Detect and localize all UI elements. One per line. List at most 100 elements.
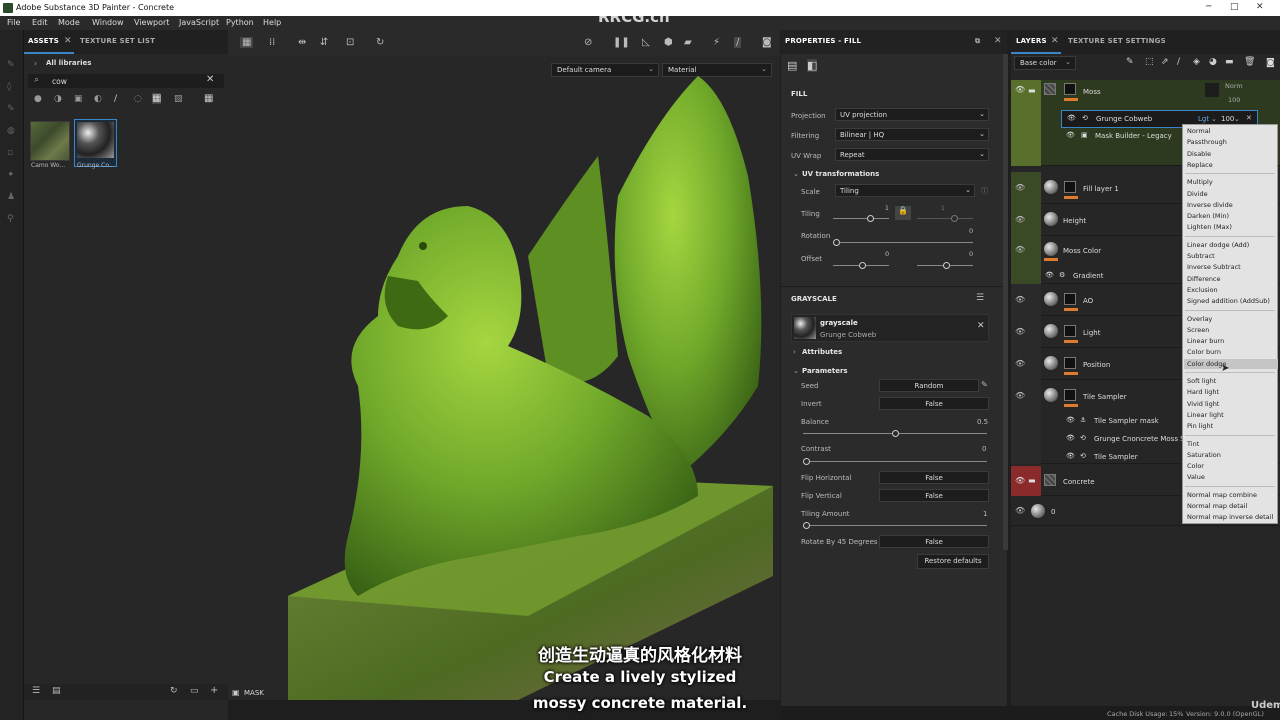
- blend-option[interactable]: Inverse divide: [1187, 201, 1233, 209]
- scale-dropdown[interactable]: Tiling ⌄: [835, 184, 975, 197]
- detach-icon[interactable]: ⧉: [975, 37, 980, 46]
- filtering-dropdown[interactable]: Bilinear | HQ ⌄: [835, 128, 989, 141]
- environment-filter-icon[interactable]: ▨: [174, 94, 183, 104]
- close-panel-icon[interactable]: ✕: [994, 36, 1002, 46]
- grid-view-icon[interactable]: ▦: [204, 93, 213, 104]
- uv-transformations-title[interactable]: UV transformations: [802, 170, 879, 178]
- blend-option[interactable]: Normal: [1187, 127, 1211, 135]
- add-folder-icon[interactable]: ▬: [1225, 57, 1234, 67]
- lock-icon[interactable]: 🔒: [895, 206, 911, 220]
- eye-icon[interactable]: 👁: [1015, 295, 1025, 304]
- menu-window[interactable]: Window: [92, 18, 124, 27]
- fit-view-icon[interactable]: ⊡: [346, 37, 354, 48]
- blend-option[interactable]: Value: [1187, 473, 1205, 481]
- add-icon[interactable]: +: [210, 685, 218, 696]
- texture-filter-icon[interactable]: ▦: [152, 93, 162, 104]
- paint-brush-icon[interactable]: ✎: [7, 60, 17, 70]
- tab-texture-set-settings[interactable]: TEXTURE SET SETTINGS: [1068, 37, 1166, 45]
- tab-assets[interactable]: ASSETS: [28, 37, 59, 45]
- blend-option[interactable]: Lighten (Max): [1187, 223, 1232, 231]
- tiling-slider-1[interactable]: [833, 218, 889, 219]
- geometry-mask-icon[interactable]: ◍: [7, 126, 17, 136]
- remove-resource-icon[interactable]: ✕: [977, 321, 985, 331]
- parameters-title[interactable]: Parameters: [802, 367, 848, 375]
- add-smart-material-icon[interactable]: ◕: [1209, 57, 1217, 67]
- blend-option[interactable]: Tint: [1187, 440, 1199, 448]
- asset-thumb-camo[interactable]: [30, 121, 70, 161]
- contrast-slider[interactable]: [803, 461, 987, 462]
- eye-icon[interactable]: 👁: [1015, 85, 1025, 94]
- offset-knob-2[interactable]: [943, 262, 950, 269]
- pause-icon[interactable]: ❚❚: [613, 37, 630, 48]
- tiling-knob-2[interactable]: [951, 215, 958, 222]
- blend-option[interactable]: Exclusion: [1187, 286, 1218, 294]
- mask-mode-icon[interactable]: ◧: [807, 59, 818, 72]
- menu-viewport[interactable]: Viewport: [134, 18, 169, 27]
- blend-option[interactable]: Color burn: [1187, 348, 1221, 356]
- close-tab-icon[interactable]: ✕: [64, 36, 72, 46]
- delete-layer-icon[interactable]: 🗑: [1244, 57, 1255, 67]
- moss-opacity[interactable]: 100: [1228, 96, 1240, 104]
- contrast-knob[interactable]: [803, 458, 810, 465]
- tiling-amount-slider[interactable]: [803, 525, 987, 526]
- moss-blend-box[interactable]: [1205, 83, 1219, 97]
- hide-icon[interactable]: ⊘: [584, 37, 592, 48]
- grunge-cobweb-blend[interactable]: Lgt: [1198, 115, 1209, 123]
- projection-dropdown[interactable]: UV projection ⌄: [835, 108, 989, 121]
- restore-defaults-button[interactable]: Restore defaults: [917, 554, 989, 569]
- edit-seed-icon[interactable]: ✎: [981, 380, 988, 389]
- blend-option[interactable]: Passthrough: [1187, 138, 1227, 146]
- eraser-icon[interactable]: ◊: [7, 82, 17, 92]
- import-icon[interactable]: ☰: [32, 686, 40, 696]
- blend-option[interactable]: Soft light: [1187, 377, 1216, 385]
- blend-option[interactable]: Darken (Min): [1187, 212, 1229, 220]
- moss-blend[interactable]: Norm: [1225, 82, 1243, 90]
- rotate45-toggle[interactable]: False: [879, 535, 989, 548]
- seed-button[interactable]: Random: [879, 379, 979, 392]
- chevron-right-icon[interactable]: ›: [34, 59, 37, 68]
- camera-perspective-icon[interactable]: ◺: [642, 37, 650, 48]
- rotation-slider[interactable]: [833, 242, 973, 243]
- menu-help[interactable]: Help: [263, 18, 281, 27]
- menu-mode[interactable]: Mode: [58, 18, 80, 27]
- maximize-icon[interactable]: □: [1230, 2, 1239, 12]
- grunge-cobweb-opacity[interactable]: 100: [1221, 115, 1234, 123]
- blend-option[interactable]: Divide: [1187, 190, 1208, 198]
- refresh-icon[interactable]: ↻: [170, 686, 178, 696]
- blend-option[interactable]: Multiply: [1187, 178, 1213, 186]
- blend-option[interactable]: Normal map detail: [1187, 502, 1247, 510]
- eye-icon[interactable]: 👁: [1066, 434, 1075, 442]
- clear-search-icon[interactable]: ✕: [206, 74, 214, 85]
- mask-filter-icon[interactable]: ▣: [74, 94, 83, 104]
- minimize-icon[interactable]: ─: [1206, 2, 1211, 12]
- flip-horizontal-toggle[interactable]: False: [879, 471, 989, 484]
- menu-edit[interactable]: Edit: [32, 18, 48, 27]
- blend-option[interactable]: Difference: [1187, 275, 1221, 283]
- smart-material-filter-icon[interactable]: ◑: [54, 94, 62, 104]
- smudge-icon[interactable]: ▫: [7, 148, 17, 158]
- material-mode-icon[interactable]: ▤: [787, 59, 797, 72]
- add-fill-layer-icon[interactable]: ◈: [1193, 57, 1200, 67]
- info-icon[interactable]: ⓘ: [981, 186, 988, 196]
- balance-knob[interactable]: [892, 430, 899, 437]
- eye-icon[interactable]: 👁: [1045, 271, 1054, 279]
- add-mask-icon[interactable]: ⬚: [1145, 57, 1154, 67]
- tab-layers[interactable]: LAYERS: [1016, 37, 1047, 45]
- close-tab-icon[interactable]: ✕: [1051, 36, 1059, 46]
- blend-option[interactable]: Inverse Subtract: [1187, 263, 1241, 271]
- add-effect-icon[interactable]: ✎: [1126, 57, 1134, 67]
- eye-icon[interactable]: 👁: [1015, 327, 1025, 336]
- add-paint-layer-icon[interactable]: /: [1177, 57, 1180, 67]
- asset-thumb-grunge-selected[interactable]: [74, 119, 117, 167]
- eye-icon[interactable]: 👁: [1015, 245, 1025, 254]
- library-settings-icon[interactable]: ▤: [52, 686, 61, 696]
- channel-menu-icon[interactable]: ☰: [976, 293, 984, 303]
- blend-option[interactable]: Linear dodge (Add): [1187, 241, 1249, 249]
- attributes-title[interactable]: Attributes: [802, 348, 842, 356]
- screenshot-icon[interactable]: ◙: [762, 37, 772, 48]
- chevron-down-icon[interactable]: ⌄: [793, 170, 799, 178]
- camera-icon[interactable]: ◙: [1266, 58, 1275, 68]
- chevron-down-icon[interactable]: ⌄: [793, 367, 799, 375]
- grid-toggle-icon[interactable]: ▦: [240, 37, 254, 48]
- particle-filter-icon[interactable]: ◌: [134, 94, 142, 104]
